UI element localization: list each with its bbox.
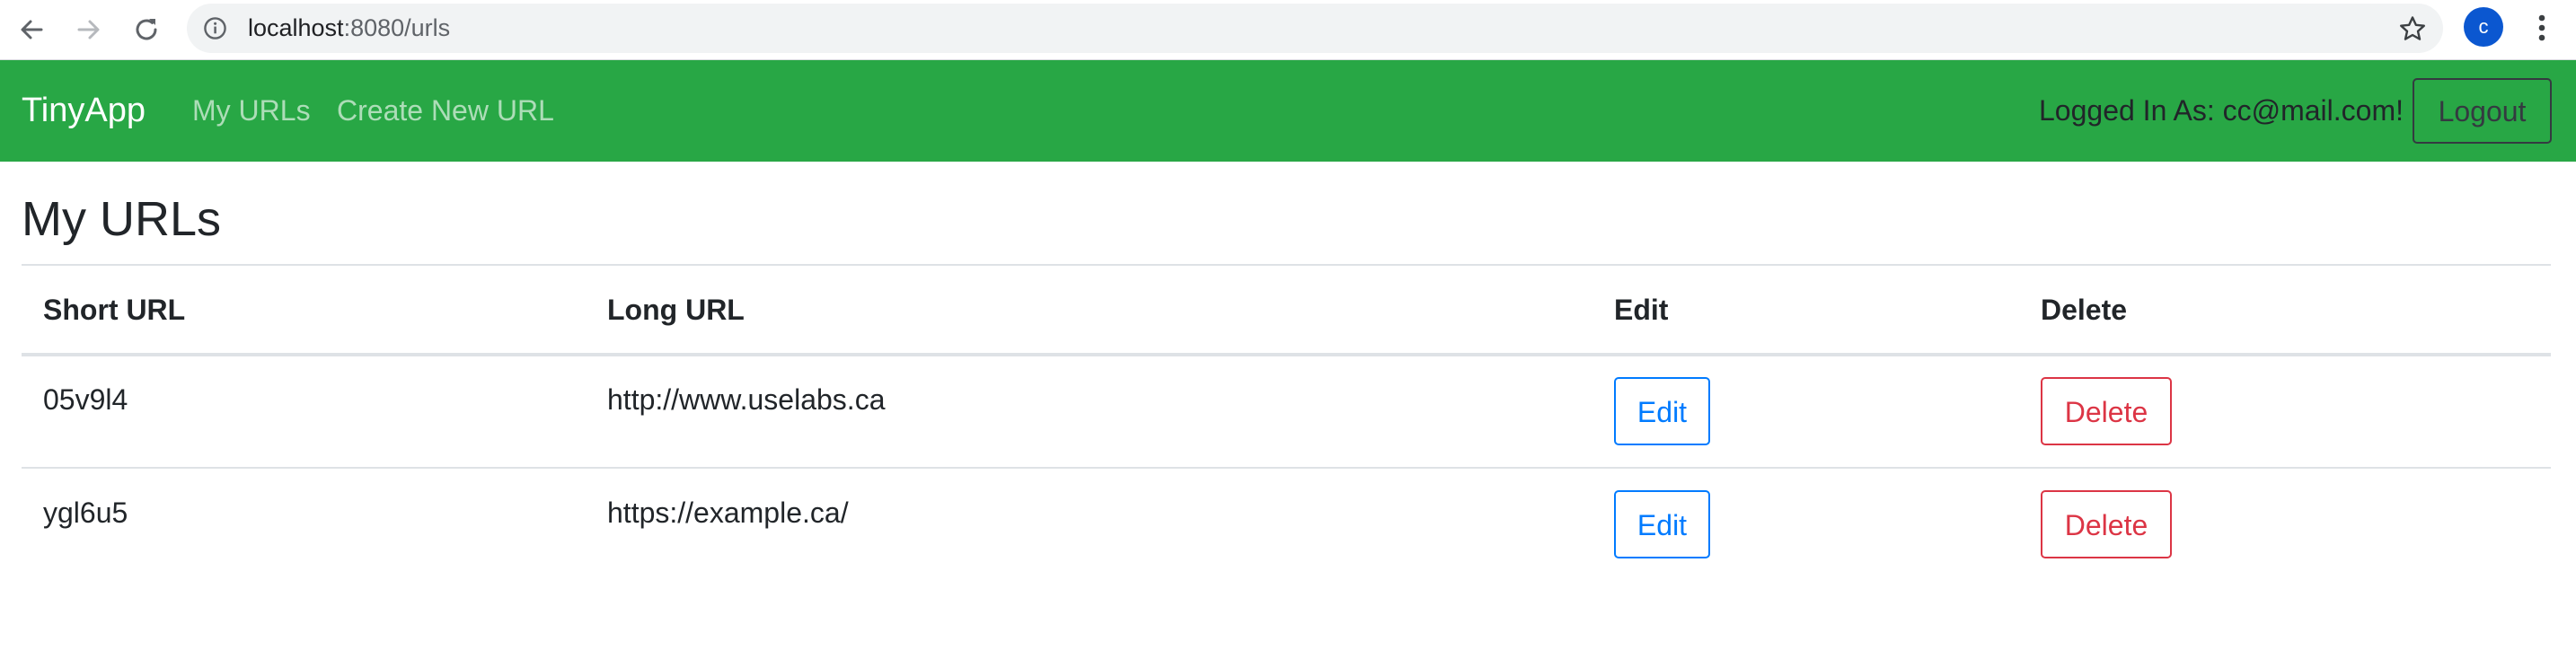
long-url-cell: https://example.ca/ — [607, 497, 849, 529]
column-header-long-url: Long URL — [607, 294, 745, 326]
column-header-edit: Edit — [1614, 294, 1669, 326]
short-url-cell: ygl6u5 — [43, 497, 128, 529]
url-path: :8080/urls — [343, 14, 451, 41]
arrow-left-icon — [21, 20, 43, 40]
edit-button[interactable]: Edit — [1614, 377, 1710, 445]
delete-button[interactable]: Delete — [2041, 490, 2172, 558]
url-host: localhost — [248, 14, 344, 41]
logout-button[interactable]: Logout — [2413, 78, 2552, 144]
nav-link-my-urls[interactable]: My URLs — [192, 60, 311, 162]
url-text[interactable]: localhost:8080/urls — [248, 4, 450, 53]
forward-button[interactable] — [66, 7, 111, 52]
kebab-menu-icon[interactable] — [2526, 11, 2558, 45]
nav-link-create-new-url[interactable]: Create New URL — [337, 60, 554, 162]
profile-avatar[interactable]: c — [2464, 7, 2503, 47]
row-divider — [22, 467, 2551, 469]
long-url-cell: http://www.uselabs.ca — [607, 383, 886, 416]
brand-link[interactable]: TinyApp — [22, 60, 146, 162]
delete-button[interactable]: Delete — [2041, 377, 2172, 445]
short-url-cell: 05v9l4 — [43, 383, 128, 416]
column-header-short-url: Short URL — [43, 294, 186, 326]
browser-toolbar: localhost:8080/urls c — [0, 0, 2576, 60]
back-button[interactable] — [9, 7, 54, 52]
column-header-delete: Delete — [2041, 294, 2128, 326]
header-divider — [22, 353, 2551, 356]
info-icon[interactable] — [203, 16, 227, 40]
star-icon[interactable] — [2398, 14, 2427, 43]
edit-button[interactable]: Edit — [1614, 490, 1710, 558]
reload-button[interactable] — [124, 7, 169, 52]
arrow-right-icon — [77, 20, 100, 40]
title-divider — [22, 264, 2551, 266]
page-title: My URLs — [22, 192, 222, 246]
logged-in-status: Logged In As: cc@mail.com! — [2039, 94, 2404, 127]
address-bar[interactable]: localhost:8080/urls — [187, 4, 2443, 53]
app-navbar: TinyApp My URLs Create New URL Logged In… — [0, 60, 2576, 162]
reload-icon — [136, 19, 157, 40]
